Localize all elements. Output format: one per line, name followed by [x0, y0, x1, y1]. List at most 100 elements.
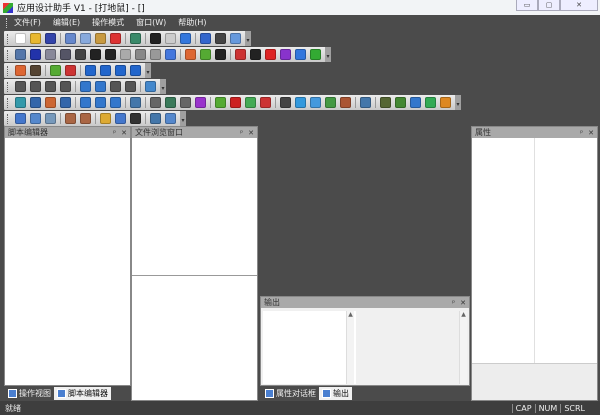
checkbox-icon[interactable] — [75, 49, 86, 60]
five-icon[interactable] — [310, 49, 321, 60]
pin-icon[interactable]: ᵖ — [452, 299, 455, 307]
folder-blue-icon[interactable] — [295, 97, 306, 108]
scrollbar[interactable]: ▲ — [459, 311, 467, 384]
edit-text-icon[interactable] — [105, 49, 116, 60]
toolbar-grip[interactable] — [7, 113, 10, 124]
menu-file[interactable]: 文件(F) — [14, 17, 41, 28]
minimize-button[interactable]: ▭ — [516, 0, 538, 11]
scrollbar[interactable]: ▲ — [346, 311, 354, 384]
b2-text-icon[interactable] — [30, 49, 41, 60]
maximize-button[interactable]: ▢ — [538, 0, 560, 11]
red-add-4-icon[interactable] — [65, 113, 76, 124]
cross-image-icon[interactable] — [260, 97, 271, 108]
size-w-icon[interactable] — [110, 81, 121, 92]
align-left-icon[interactable] — [15, 81, 26, 92]
open-folder-icon[interactable] — [30, 33, 41, 44]
toolbar-overflow-button[interactable]: ▾ — [455, 95, 461, 110]
menu-mode[interactable]: 操作模式 — [92, 17, 124, 28]
stop-square-icon[interactable] — [115, 65, 126, 76]
new-file-icon[interactable] — [15, 33, 26, 44]
info-icon[interactable] — [80, 97, 91, 108]
device-icon[interactable] — [215, 33, 226, 44]
menu-window[interactable]: 窗口(W) — [136, 17, 166, 28]
rgb-icon[interactable] — [230, 97, 241, 108]
pin-icon[interactable]: ᵖ — [580, 129, 583, 137]
st-text-icon[interactable] — [90, 49, 101, 60]
rotate-icon[interactable] — [165, 97, 176, 108]
align-top-icon[interactable] — [45, 81, 56, 92]
pin-icon[interactable]: ᵖ — [240, 129, 243, 137]
l-text-icon[interactable] — [215, 49, 226, 60]
dots-icon[interactable] — [165, 49, 176, 60]
close-icon[interactable]: ✕ — [121, 129, 127, 137]
tank-icon[interactable] — [380, 97, 391, 108]
circle2-icon[interactable] — [110, 97, 121, 108]
close-icon[interactable]: ✕ — [248, 129, 254, 137]
pin-icon[interactable]: ᵖ — [113, 129, 116, 137]
person-icon[interactable] — [30, 65, 41, 76]
toolbar-grip[interactable] — [7, 97, 10, 108]
red-add-8-icon[interactable] — [130, 113, 141, 124]
red-add-9-icon[interactable] — [150, 113, 161, 124]
waves-icon[interactable] — [310, 97, 321, 108]
slider-icon[interactable] — [120, 49, 131, 60]
layout-icon[interactable] — [145, 81, 156, 92]
delete-icon[interactable] — [110, 33, 121, 44]
check-icon[interactable] — [200, 49, 211, 60]
toolbar-overflow-button[interactable]: ▾ — [325, 47, 331, 62]
close-icon[interactable]: ✕ — [460, 299, 466, 307]
space-h-icon[interactable] — [80, 81, 91, 92]
size-h-icon[interactable] — [125, 81, 136, 92]
tools-icon[interactable] — [340, 97, 351, 108]
circle-icon[interactable] — [95, 97, 106, 108]
panel-icon[interactable] — [150, 49, 161, 60]
form-icon[interactable] — [15, 49, 26, 60]
pause-icon[interactable] — [100, 65, 111, 76]
play-icon[interactable] — [85, 65, 96, 76]
toolbar-overflow-button[interactable]: ▾ — [145, 63, 151, 78]
red-add-6-icon[interactable] — [100, 113, 111, 124]
toolbar-grip[interactable] — [7, 65, 10, 76]
space-v-icon[interactable] — [95, 81, 106, 92]
red-add-3-icon[interactable] — [45, 113, 56, 124]
frame-icon[interactable] — [180, 97, 191, 108]
db-icon[interactable] — [60, 97, 71, 108]
loop-icon[interactable] — [130, 65, 141, 76]
stack-icon[interactable] — [45, 97, 56, 108]
save-icon[interactable] — [45, 33, 56, 44]
palette-icon[interactable] — [185, 49, 196, 60]
tab-script-editor[interactable]: 脚本编辑器 — [54, 386, 111, 400]
curve-icon[interactable] — [195, 97, 206, 108]
down-icon[interactable] — [410, 97, 421, 108]
red-add-7-icon[interactable] — [115, 113, 126, 124]
check-icon[interactable] — [215, 97, 226, 108]
toolbar-grip[interactable] — [7, 33, 10, 44]
toolbar-grip[interactable] — [7, 49, 10, 60]
close-icon[interactable]: ✕ — [588, 129, 594, 137]
grid-icon[interactable] — [165, 33, 176, 44]
stop-icon[interactable] — [235, 49, 246, 60]
tab-property-dialog[interactable]: 属性对话框 — [262, 387, 319, 400]
monitor-icon[interactable] — [325, 97, 336, 108]
move-icon[interactable] — [150, 97, 161, 108]
button-icon[interactable] — [135, 49, 146, 60]
check-icon[interactable] — [50, 65, 61, 76]
tab-operation-view[interactable]: 操作视图 — [5, 387, 54, 400]
pointer-icon[interactable] — [150, 33, 161, 44]
copy-icon[interactable] — [80, 33, 91, 44]
tab-output[interactable]: 输出 — [319, 386, 352, 400]
two-icon[interactable] — [265, 49, 276, 60]
four-icon[interactable] — [295, 49, 306, 60]
link-icon[interactable] — [360, 97, 371, 108]
one-icon[interactable] — [250, 49, 261, 60]
chart-icon[interactable] — [180, 33, 191, 44]
align-bottom-icon[interactable] — [60, 81, 71, 92]
red-add-2-icon[interactable] — [30, 113, 41, 124]
square-orange-icon[interactable] — [440, 97, 451, 108]
label-icon[interactable] — [45, 49, 56, 60]
target-icon[interactable] — [425, 97, 436, 108]
red-add-1-icon[interactable] — [15, 113, 26, 124]
cut-icon[interactable] — [65, 33, 76, 44]
menu-help[interactable]: 帮助(H) — [178, 17, 206, 28]
toolbar-overflow-button[interactable]: ▾ — [245, 31, 251, 46]
